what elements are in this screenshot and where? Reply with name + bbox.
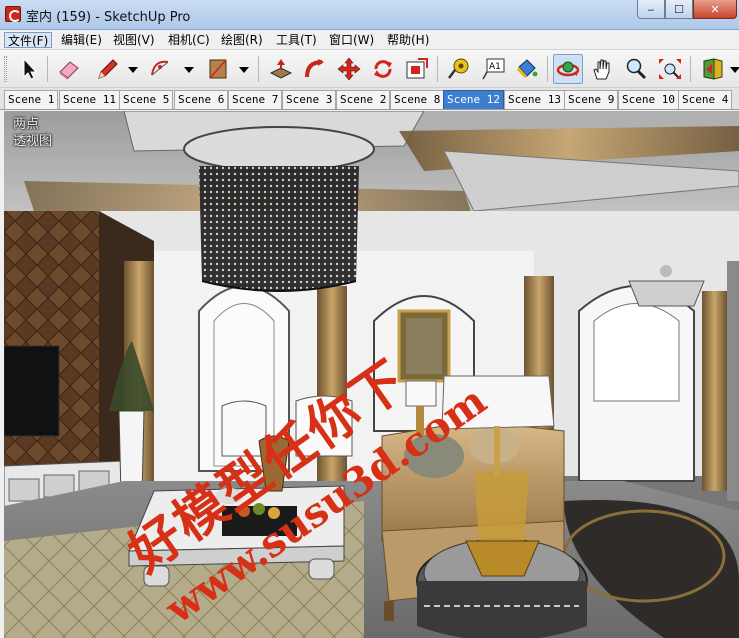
menu-tools[interactable]: 工具(T) [273, 32, 320, 48]
sketchup-app-icon[interactable] [5, 6, 21, 22]
scene-tabs-bar: Scene 1 Scene 11 Scene 5 Scene 6 Scene 7… [0, 88, 739, 110]
scene-tab[interactable]: Scene 3 [282, 90, 337, 109]
maximize-button[interactable]: ☐ [665, 0, 693, 19]
scene-tab[interactable]: Scene 5 [119, 90, 174, 109]
menu-camera[interactable]: 相机(C) [165, 32, 213, 48]
window-title: 室内 (159) - SketchUp Pro [26, 10, 191, 25]
text-icon[interactable]: A1 [478, 54, 508, 84]
scene-tab[interactable]: Scene 9 [564, 90, 619, 109]
rectangle-dropdown[interactable] [239, 67, 249, 73]
menu-bar: 文件(F) 编辑(E) 视图(V) 相机(C) 绘图(R) 工具(T) 窗口(W… [0, 30, 739, 50]
close-button[interactable]: ✕ [693, 0, 737, 19]
scene-tab[interactable]: Scene 1 [4, 90, 59, 109]
scene-tab[interactable]: Scene 8 [390, 90, 445, 109]
tape-measure-icon[interactable] [444, 54, 474, 84]
push-pull-icon[interactable] [266, 54, 296, 84]
menu-file[interactable]: 文件(F) [4, 32, 53, 48]
menu-draw[interactable]: 绘图(R) [218, 32, 266, 48]
view-label-perspective: 透视图 [13, 134, 53, 149]
move-icon[interactable] [334, 54, 364, 84]
rectangle-icon[interactable] [203, 54, 233, 84]
scene-tab-active[interactable]: Scene 12 [443, 90, 504, 109]
pencil-dropdown[interactable] [128, 67, 138, 73]
main-toolbar: A1 [0, 50, 739, 88]
scene-tab[interactable]: Scene 13 [504, 90, 565, 109]
scene-tab[interactable]: Scene 10 [618, 90, 679, 109]
offset-icon[interactable] [402, 54, 432, 84]
scene-tab[interactable]: Scene 11 [59, 90, 120, 109]
menu-help[interactable]: 帮助(H) [384, 32, 432, 48]
eraser-icon[interactable] [54, 54, 84, 84]
toolbar-grip[interactable] [4, 56, 7, 82]
model-viewport[interactable]: 两点 透视图 好模型任你下 www.susu3d.com [4, 111, 739, 638]
toolbar-overflow[interactable] [730, 67, 739, 73]
pan-icon[interactable] [587, 54, 617, 84]
scene-tab[interactable]: Scene 6 [174, 90, 229, 109]
text-tool-label: A1 [489, 62, 501, 72]
minimize-button[interactable]: ‒ [637, 0, 665, 19]
menu-view[interactable]: 视图(V) [110, 32, 158, 48]
paint-bucket-icon[interactable] [512, 54, 542, 84]
previous-view-icon[interactable] [698, 54, 728, 84]
select-icon[interactable] [14, 54, 44, 84]
zoom-icon[interactable] [621, 54, 651, 84]
scene-tab[interactable]: Scene 2 [336, 90, 391, 109]
follow-me-icon[interactable] [300, 54, 330, 84]
arc-icon[interactable] [146, 54, 176, 84]
zoom-extents-icon[interactable] [655, 54, 685, 84]
scene-tab[interactable]: Scene 7 [228, 90, 283, 109]
menu-window[interactable]: 窗口(W) [326, 32, 377, 48]
rotate-icon[interactable] [368, 54, 398, 84]
title-bar[interactable]: 室内 (159) - SketchUp Pro ‒ ☐ ✕ [0, 0, 739, 30]
menu-edit[interactable]: 编辑(E) [58, 32, 105, 48]
orbit-icon[interactable] [553, 54, 583, 84]
pencil-icon[interactable] [92, 54, 122, 84]
scene-tab[interactable]: Scene 4 [678, 90, 733, 109]
arc-dropdown[interactable] [184, 67, 194, 73]
